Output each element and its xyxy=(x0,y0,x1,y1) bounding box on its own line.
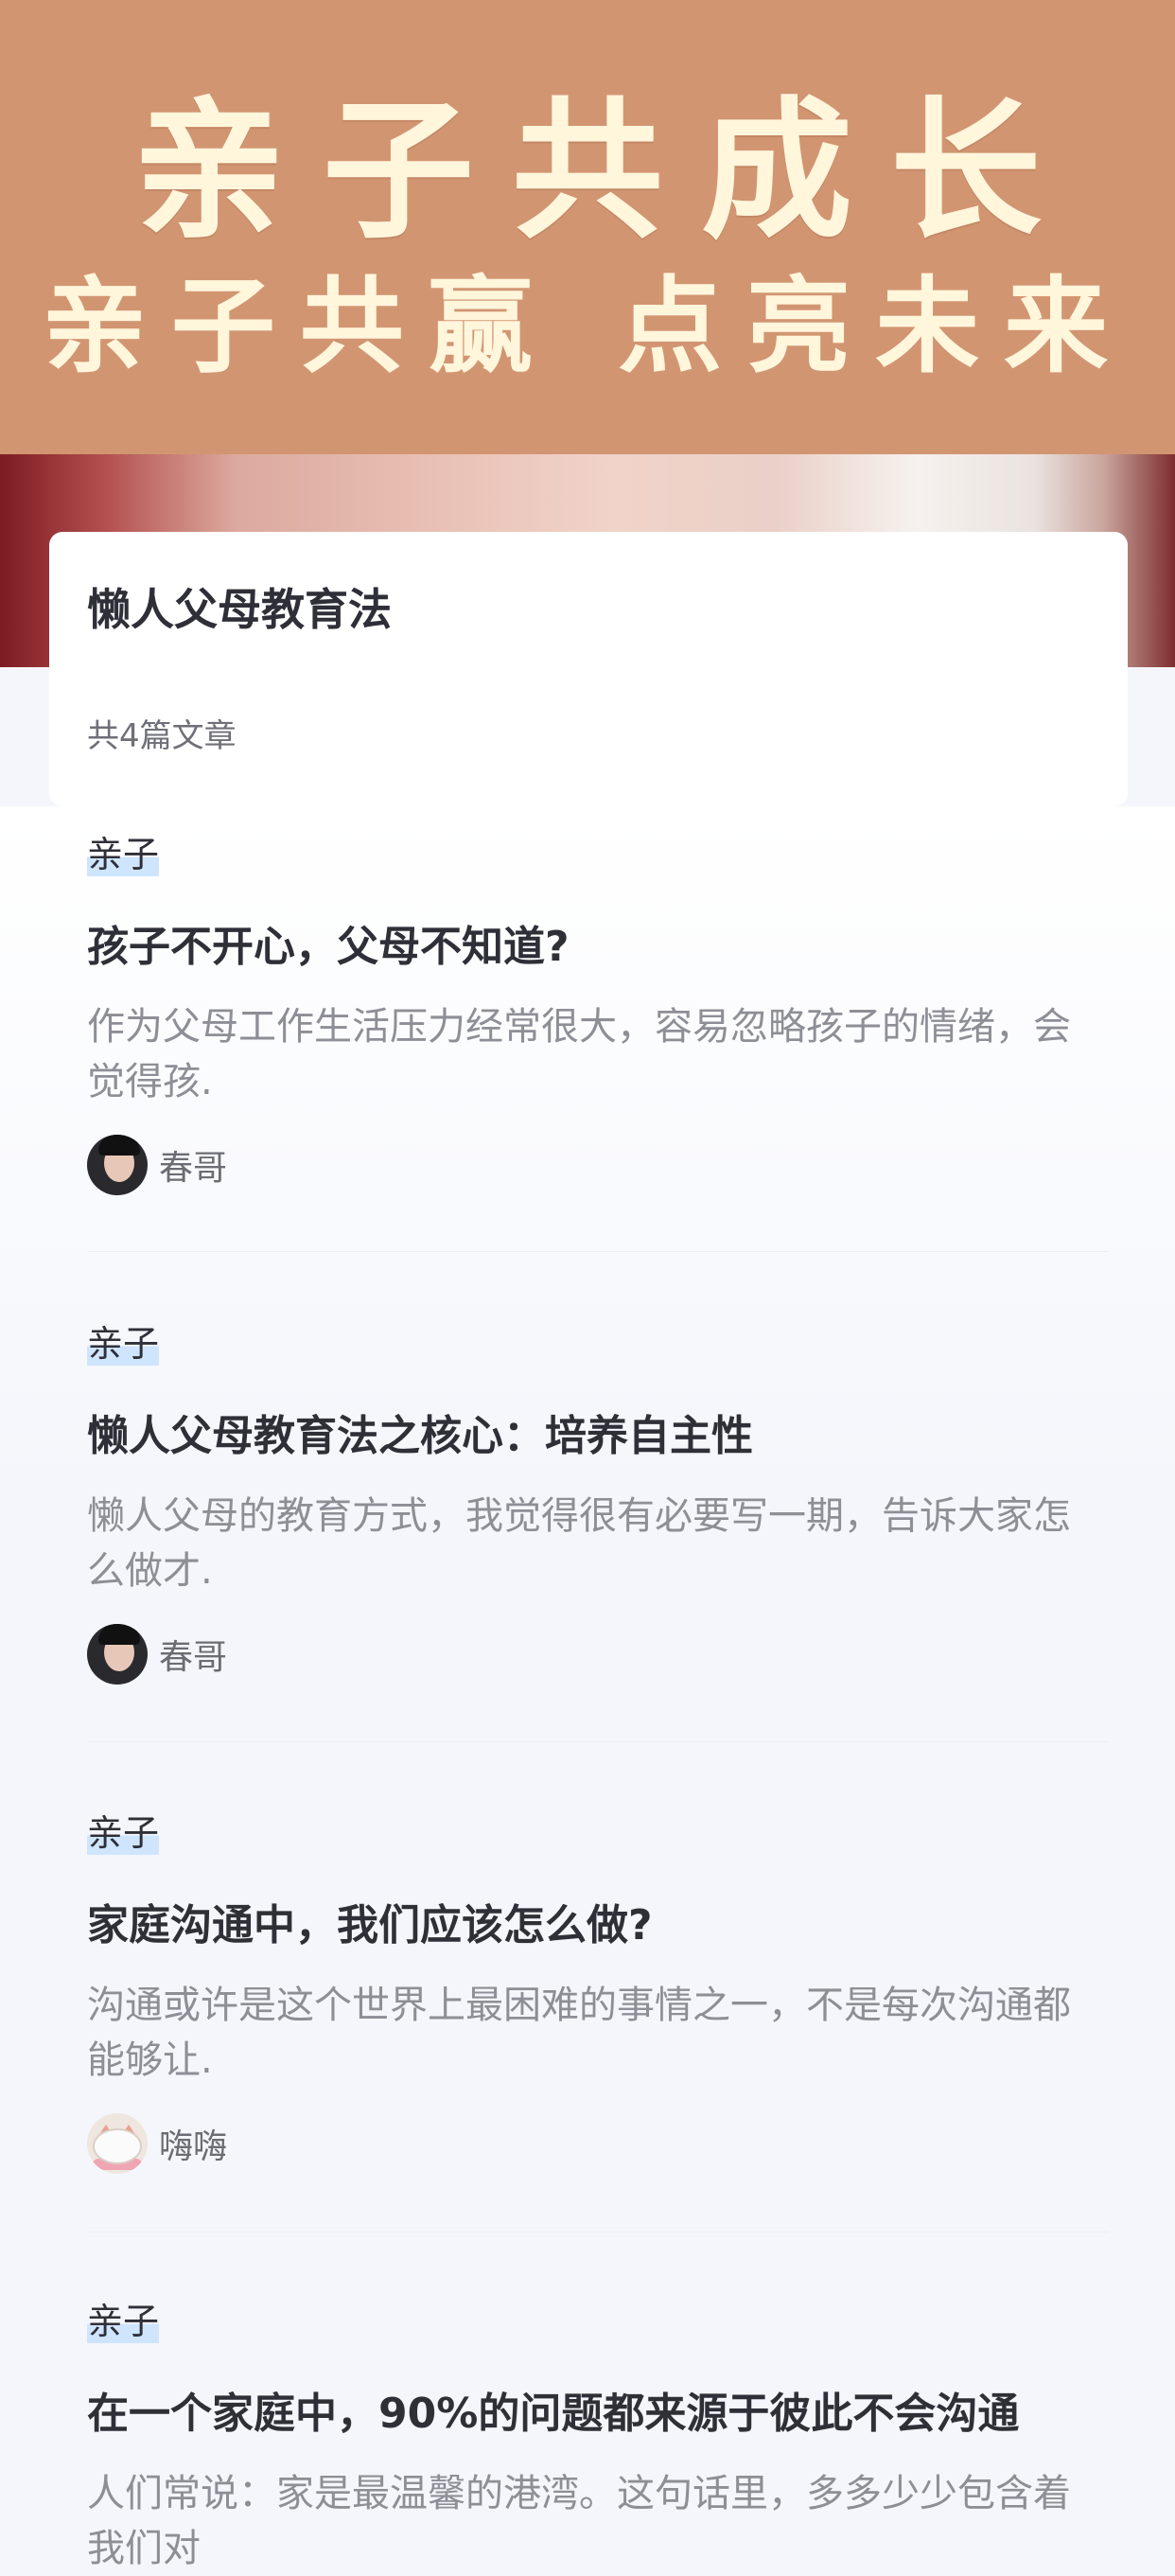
person-avatar-icon xyxy=(87,1135,148,1195)
article-tag[interactable]: 亲子 xyxy=(87,2300,160,2343)
article-summary: 人们常说：家是最温馨的港湾。这句话里，多多少少包含着我们对 xyxy=(87,2472,1071,2570)
article-count: 共4篇文章 xyxy=(87,717,237,755)
article-title[interactable]: 家庭沟通中，我们应该怎么做? xyxy=(87,1891,1109,1951)
banner-subtitle: 亲子共赢 点亮未来 xyxy=(42,265,1133,387)
article-item[interactable]: 亲子 在一个家庭中，90%的问题都来源于彼此不会沟通 人们常说：家是最温馨的港湾… xyxy=(87,2300,1109,2576)
divider xyxy=(87,1251,1109,1252)
article-title[interactable]: 懒人父母教育法之核心：培养自主性 xyxy=(87,1402,1109,1462)
article-title[interactable]: 在一个家庭中，90%的问题都来源于彼此不会沟通 xyxy=(87,2379,1109,2440)
article-summary: 沟通或许是这个世界上最困难的事情之一，不是每次沟通都能够让. xyxy=(87,1984,1071,2082)
article-item[interactable]: 亲子 懒人父母教育法之核心：培养自主性 懒人父母的教育方式，我觉得很有必要写一期… xyxy=(87,1322,1109,1685)
article-tag[interactable]: 亲子 xyxy=(87,1322,160,1366)
cat-avatar-icon xyxy=(87,2113,148,2174)
author-name: 春哥 xyxy=(159,1638,228,1677)
article-tag[interactable]: 亲子 xyxy=(87,833,160,876)
article-author[interactable]: 春哥 xyxy=(87,1623,1109,1685)
banner-title: 亲子共成长 xyxy=(132,81,1079,259)
divider xyxy=(87,1741,1109,1742)
author-name: 嗨嗨 xyxy=(159,2127,228,2166)
person-avatar-icon xyxy=(87,1624,148,1685)
article-tag[interactable]: 亲子 xyxy=(87,1811,160,1855)
collection-card: 懒人父母教育法 共4篇文章 xyxy=(49,532,1128,806)
article-item[interactable]: 亲子 家庭沟通中，我们应该怎么做? 沟通或许是这个世界上最困难的事情之一，不是每… xyxy=(87,1811,1109,2175)
header-banner: 亲子共成长 亲子共赢 点亮未来 xyxy=(0,0,1175,454)
article-summary: 懒人父母的教育方式，我觉得很有必要写一期，告诉大家怎么做才. xyxy=(87,1494,1071,1593)
article-title[interactable]: 孩子不开心，父母不知道? xyxy=(87,912,1109,973)
article-summary: 作为父母工作生活压力经常很大，容易忽略孩子的情绪，会觉得孩. xyxy=(87,1005,1071,1103)
author-name: 春哥 xyxy=(159,1149,228,1188)
collection-title: 懒人父母教育法 xyxy=(87,584,392,635)
article-author[interactable]: 春哥 xyxy=(87,1134,1109,1196)
article-item[interactable]: 亲子 孩子不开心，父母不知道? 作为父母工作生活压力经常很大，容易忽略孩子的情绪… xyxy=(87,833,1109,1196)
article-author[interactable]: 嗨嗨 xyxy=(87,2112,1109,2175)
